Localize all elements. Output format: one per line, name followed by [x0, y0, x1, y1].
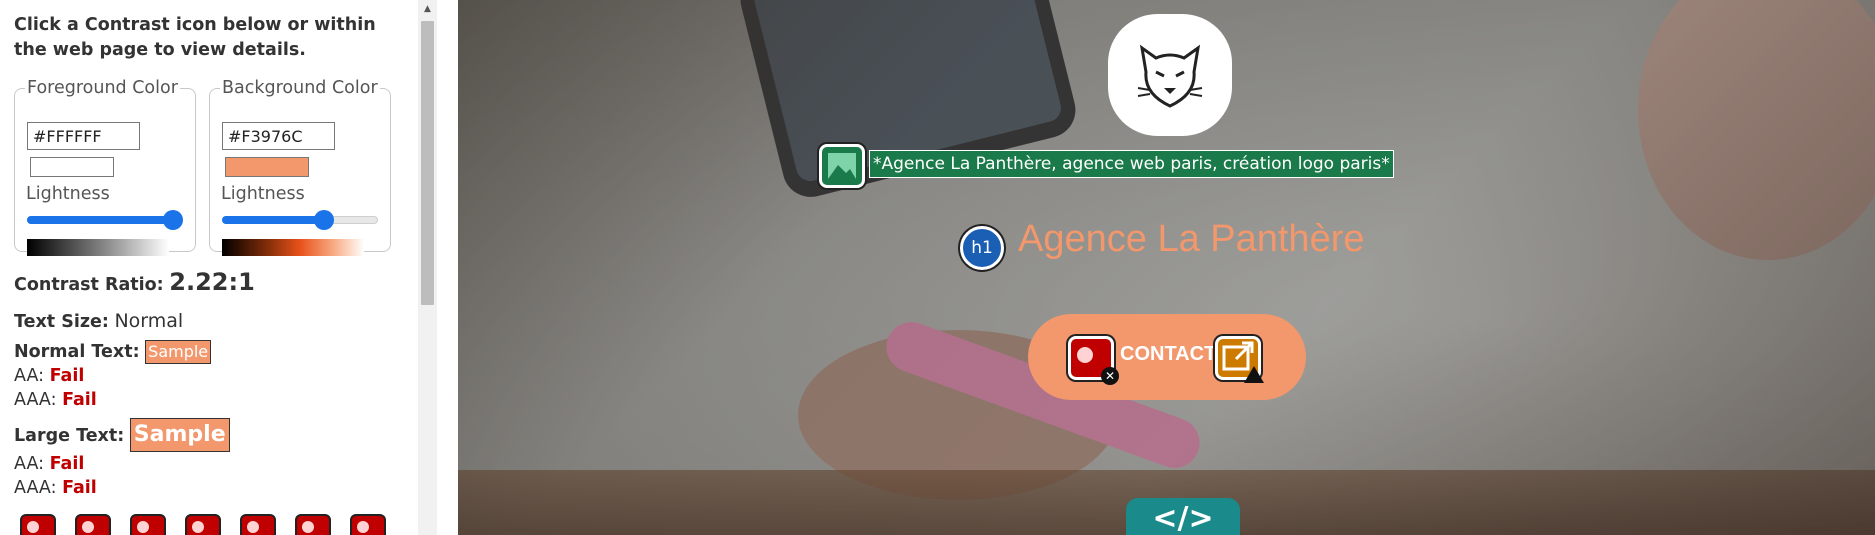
background-lightness-gradient: [222, 239, 364, 256]
large-text-label: Large Text:: [14, 426, 125, 446]
large-text-row: Large Text: Sample: [14, 418, 230, 452]
page-heading: Agence La Panthère: [1018, 218, 1365, 260]
slider-thumb[interactable]: [163, 210, 183, 230]
slider-fill: [27, 216, 173, 224]
background-swatch[interactable]: [225, 157, 309, 177]
foreground-swatch[interactable]: [30, 157, 114, 177]
background-lightness-label: Lightness: [221, 184, 305, 204]
contrast-error-icon-list: [8, 514, 408, 535]
normal-text-row: Normal Text: Sample: [14, 340, 212, 364]
panther-logo[interactable]: [1108, 14, 1232, 136]
large-aa-row: AA: Fail: [14, 454, 84, 474]
panther-logo-icon: [1137, 44, 1203, 108]
slider-fill: [222, 216, 325, 224]
foreground-lightness-label: Lightness: [26, 184, 110, 204]
contact-button-label: CONTACT: [1120, 343, 1217, 365]
foreground-legend: Foreground Color: [27, 78, 178, 98]
background-legend: Background Color: [222, 78, 378, 98]
background-hex-input[interactable]: [222, 122, 335, 150]
background-lightness-slider[interactable]: [222, 210, 378, 230]
contact-button[interactable]: ✕ CONTACT: [1028, 314, 1306, 400]
contrast-error-icon[interactable]: [240, 514, 276, 535]
foreground-lightness-slider[interactable]: [27, 210, 183, 230]
slider-thumb[interactable]: [314, 210, 335, 230]
aa-label: AA:: [14, 454, 45, 474]
contrast-ratio-label: Contrast Ratio:: [14, 275, 164, 295]
normal-aa-result: Fail: [49, 366, 85, 386]
panel-scrollbar[interactable]: ▲: [418, 0, 437, 535]
foreground-color-group: Foreground Color Lightness: [14, 78, 196, 256]
text-size-row: Text Size: Normal: [14, 310, 183, 332]
code-toggle-button[interactable]: </>: [1126, 498, 1240, 535]
scrollbar-thumb[interactable]: [421, 21, 434, 305]
image-icon: [828, 153, 856, 179]
normal-aa-row: AA: Fail: [14, 366, 84, 386]
large-text-sample: Sample: [129, 418, 230, 452]
warning-triangle-icon: [1244, 366, 1264, 383]
instructions-text: Click a Contrast icon below or within th…: [14, 15, 376, 60]
contrast-error-icon[interactable]: [75, 514, 111, 535]
aa-label: AA:: [14, 366, 45, 386]
contrast-error-icon[interactable]: [130, 514, 166, 535]
large-aaa-result: Fail: [62, 478, 97, 498]
contrast-ratio-row: Contrast Ratio: 2.22:1: [14, 268, 255, 296]
error-x-icon: ✕: [1101, 367, 1119, 385]
contrast-error-icon[interactable]: ✕: [1068, 336, 1119, 385]
h1-heading-icon[interactable]: h1: [960, 226, 1004, 270]
contrast-error-icon[interactable]: [350, 514, 386, 535]
normal-text-label: Normal Text:: [14, 342, 140, 362]
image-alt-text: *Agence La Panthère, agence web paris, c…: [869, 150, 1394, 178]
contrast-error-icon[interactable]: [185, 514, 221, 535]
image-alt-icon[interactable]: [819, 144, 865, 188]
contrast-panel: Click a Contrast icon below or within th…: [0, 0, 418, 535]
scroll-up-arrow-icon[interactable]: ▲: [418, 0, 437, 19]
text-size-label: Text Size:: [14, 312, 109, 332]
background-color-group: Background Color Lightness: [209, 78, 391, 256]
web-page-preview: *Agence La Panthère, agence web paris, c…: [458, 0, 1875, 535]
normal-text-sample: Sample: [145, 340, 212, 364]
large-aa-result: Fail: [49, 454, 85, 474]
aaa-label: AAA:: [14, 478, 57, 498]
text-size-value: Normal: [114, 310, 184, 332]
large-aaa-row: AAA: Fail: [14, 478, 97, 498]
normal-aaa-row: AAA: Fail: [14, 390, 97, 410]
normal-aaa-result: Fail: [62, 390, 97, 410]
contrast-error-icon[interactable]: [20, 514, 56, 535]
aaa-label: AAA:: [14, 390, 57, 410]
contrast-ratio-value: 2.22:1: [169, 268, 255, 296]
foreground-hex-input[interactable]: [27, 122, 140, 150]
foreground-lightness-gradient: [27, 239, 169, 256]
contrast-error-icon[interactable]: [295, 514, 331, 535]
link-warning-icon[interactable]: [1215, 336, 1264, 383]
